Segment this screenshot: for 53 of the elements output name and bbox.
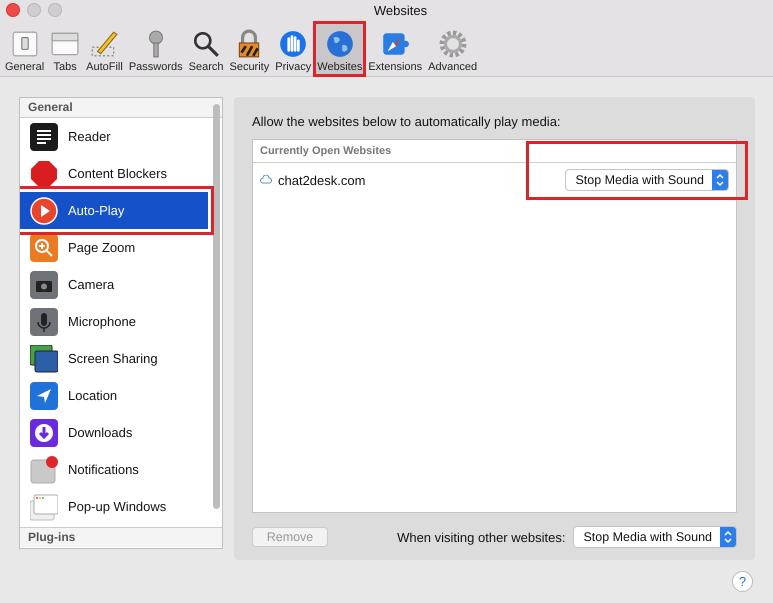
toolbar-tab[interactable]: Passwords [126, 22, 186, 76]
globe-icon [324, 29, 355, 59]
gear-icon [438, 29, 468, 59]
help-button[interactable]: ? [732, 571, 753, 592]
sidebar-item[interactable]: Camera [20, 266, 208, 303]
toolbar-tab[interactable]: Privacy [272, 22, 314, 76]
toolbar-tab[interactable]: Extensions [365, 22, 426, 76]
toolbar-tab[interactable]: General [2, 22, 48, 76]
zoom-icon [30, 234, 58, 262]
badge-icon [30, 456, 58, 484]
setting-dropdown[interactable]: Stop Media with Sound [565, 169, 729, 191]
toolbar-tab[interactable]: Security [226, 22, 272, 76]
toolbar-tab[interactable]: AutoFill [83, 22, 126, 76]
zoom-icon[interactable] [48, 3, 62, 17]
play-icon [30, 196, 58, 224]
toolbar-tab[interactable]: Websites [314, 22, 366, 76]
description-text: Allow the websites below to automatically play media: [252, 114, 562, 129]
windows-icon [30, 492, 58, 520]
close-icon[interactable] [6, 3, 20, 17]
sidebar-item[interactable]: Microphone [20, 303, 208, 340]
toolbar-tab[interactable]: Search [186, 22, 226, 76]
camera-icon [30, 270, 58, 298]
screens-icon [30, 344, 58, 372]
window-title: Websites [372, 2, 428, 18]
cloud-icon [260, 175, 272, 185]
pencil-icon [89, 29, 120, 59]
toolbar-tab[interactable]: Advanced [425, 22, 480, 76]
sidebar-item[interactable]: Location [20, 377, 208, 414]
stepper-icon [715, 172, 725, 188]
microphone-icon [30, 308, 58, 336]
switch-icon [10, 29, 40, 59]
sidebar-item[interactable]: Content Blockers [20, 155, 208, 192]
sidebar-item[interactable]: Pop-up Windows [20, 488, 208, 525]
sidebar-item[interactable]: Downloads [20, 414, 208, 451]
sidebar-item[interactable]: Screen Sharing [20, 340, 208, 377]
sidebar-item[interactable]: Reader [20, 118, 208, 155]
minimize-icon[interactable] [27, 3, 41, 17]
table-header: Currently Open Websites [253, 140, 736, 163]
sidebar-item[interactable]: Notifications [20, 451, 208, 488]
section-header: Plug-ins [20, 527, 222, 547]
octagon-icon [30, 160, 58, 188]
section-header: General [20, 98, 222, 118]
setting-dropdown[interactable]: Stop Media with Sound [573, 526, 737, 548]
search-icon [191, 29, 222, 59]
other-websites-label: When visiting other websites: [397, 530, 566, 544]
sidebar-item[interactable]: Page Zoom [20, 229, 208, 266]
toolbar-tab[interactable]: Tabs [47, 22, 84, 76]
website-name: chat2desk.com [278, 172, 366, 188]
lines-icon [30, 122, 58, 150]
download-icon [30, 418, 58, 446]
sidebar-item[interactable]: Auto-Play [20, 192, 208, 229]
stepper-icon [723, 529, 733, 545]
scrollbar-thumb[interactable] [213, 104, 220, 509]
